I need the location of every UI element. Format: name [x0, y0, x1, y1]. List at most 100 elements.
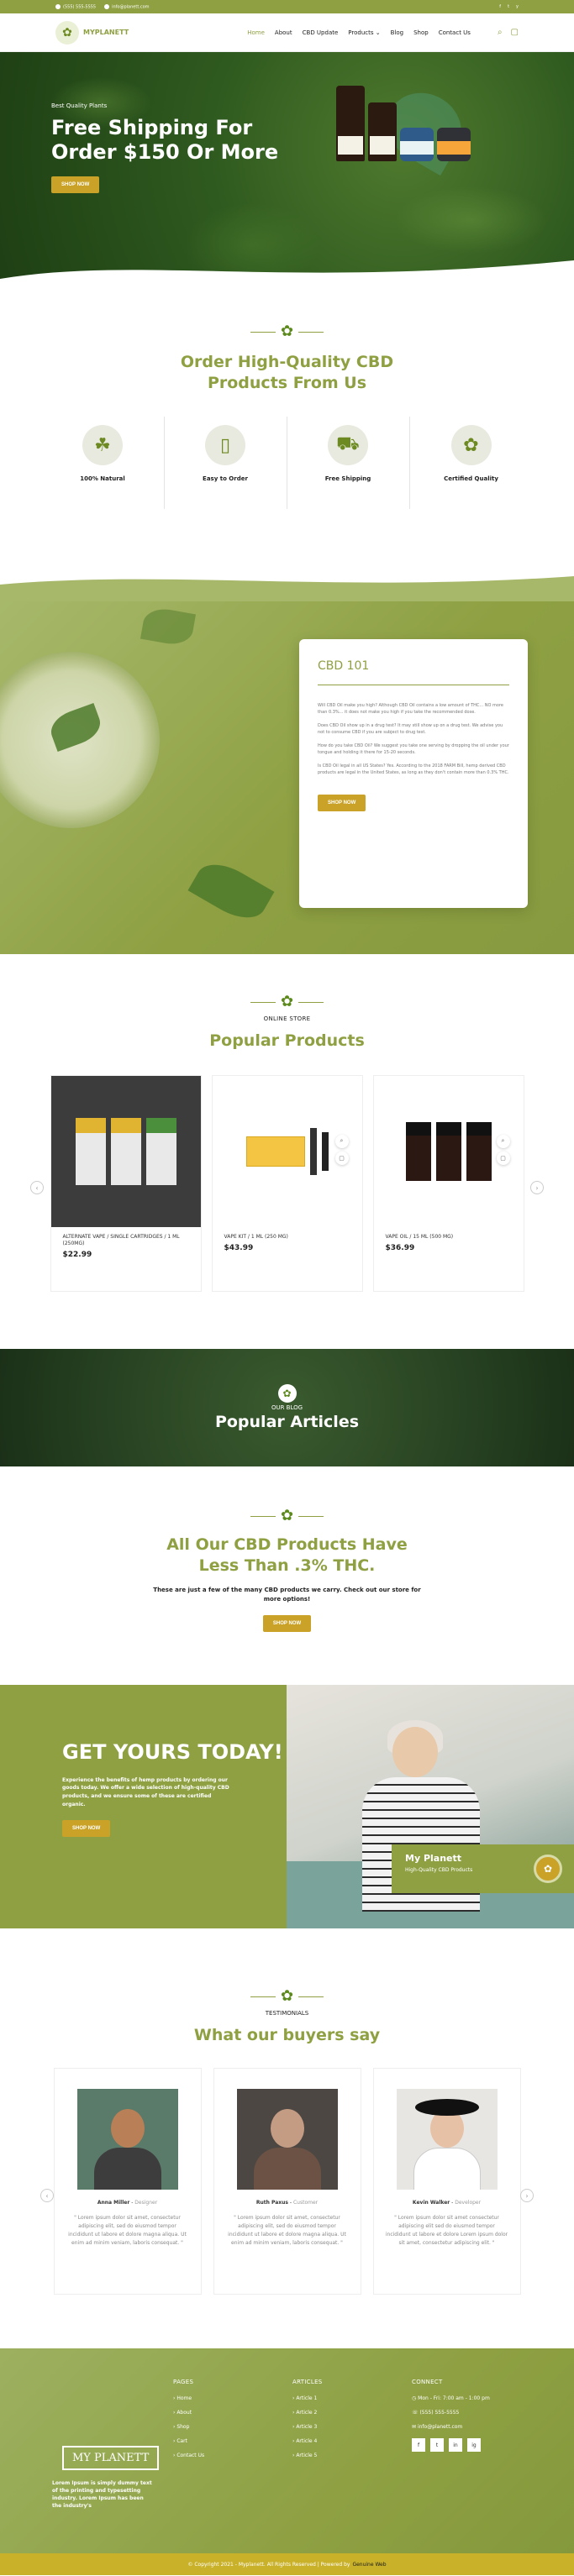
get-yours-text: Experience the benefits of hemp products…	[62, 1776, 229, 1807]
testimonial-name: Kevin Walker - Developer	[412, 2199, 482, 2206]
cannabis-leaf-icon: ✿	[277, 1384, 297, 1403]
testimonial-quote: " Lorem ipsum dolor sit amet, consectetu…	[228, 2214, 346, 2247]
features-section: ✿ Order High-Quality CBD Products From U…	[0, 289, 574, 601]
get-yours-shop-now-button[interactable]: SHOP NOW	[62, 1820, 111, 1838]
facebook-icon[interactable]: f	[412, 2438, 425, 2452]
testimonial-quote: " Lorem ipsum dolor sit amet consectetur…	[385, 2214, 508, 2247]
footer-logo[interactable]: MY PLANETT	[62, 2446, 160, 2470]
hero-shop-now-button[interactable]: SHOP NOW	[51, 176, 100, 193]
product-name[interactable]: VAPE OIL / 15 ML (500 MG)	[374, 1227, 524, 1241]
hero-kicker: Best Quality Plants	[51, 102, 108, 109]
footer-link[interactable]: › Article 2	[292, 2410, 323, 2416]
nav-cbd-update[interactable]: CBD Update	[303, 29, 339, 36]
site-logo[interactable]: ✿ MYPLANETT	[55, 20, 129, 45]
cart-icon[interactable]: ▢	[334, 1151, 349, 1165]
nav-shop[interactable]: Shop	[413, 29, 429, 36]
site-header: ✿ MYPLANETT Home About CBD Update Produc…	[0, 13, 574, 52]
footer-link[interactable]: › Article 4	[292, 2438, 323, 2444]
next-arrow-icon[interactable]: ›	[530, 1181, 544, 1194]
cbd-faq-paragraph: Is CBD Oil legal in all US States? Yes. …	[318, 763, 509, 775]
hero-title: Free Shipping For Order $150 Or More	[51, 116, 279, 164]
nav-home[interactable]: Home	[247, 29, 265, 36]
testimonials-kicker: TESTIMONIALS	[265, 2010, 309, 2017]
footer-link[interactable]: › Article 3	[292, 2424, 323, 2430]
top-bar: (555) 555-5555 info@planett.com f t y	[0, 0, 574, 13]
phone-contact[interactable]: (555) 555-5555	[55, 3, 96, 9]
testimonial-quote: " Lorem ipsum dolor sit amet, consectetu…	[68, 2214, 187, 2247]
product-price: $36.99	[385, 1244, 415, 1253]
linkedin-icon[interactable]: in	[449, 2438, 462, 2452]
prev-arrow-icon[interactable]: ‹	[30, 1181, 44, 1194]
prev-arrow-icon[interactable]: ‹	[40, 2189, 54, 2202]
testimonial-name: Anna Miller - Designer	[97, 2199, 158, 2206]
bag-icon[interactable]: ▢	[511, 28, 519, 37]
features-wave-divider	[0, 576, 574, 601]
cbd-shop-now-button[interactable]: SHOP NOW	[318, 795, 366, 811]
hero-wave-divider	[0, 260, 574, 289]
nav-contact[interactable]: Contact Us	[439, 29, 471, 36]
feature-easy-order: ▯ Easy to Order	[165, 417, 287, 510]
leaf-decoration	[187, 853, 275, 929]
products-kicker: ONLINE STORE	[263, 1015, 311, 1022]
email-contact[interactable]: info@planett.com	[104, 3, 150, 9]
footer-link[interactable]: › About	[173, 2410, 204, 2416]
phone-link[interactable]: ☏ (555) 555-5555	[412, 2410, 490, 2416]
product-image[interactable]: ⌕ ▢	[212, 1075, 362, 1227]
avatar	[236, 2088, 338, 2190]
footer-description: Lorem Ipsum is simply dummy text of the …	[52, 2480, 152, 2509]
product-card[interactable]: ALTERNATE VAPE / SINGLE CARTRIDGES / 1 M…	[50, 1074, 202, 1292]
product-card[interactable]: ⌕ ▢ VAPE KIT / 1 ML (250 MG) $43.99	[211, 1074, 363, 1292]
products-section: ✿ ONLINE STORE Popular Products ‹ › ALTE…	[0, 954, 574, 1349]
product-bottles-image	[336, 86, 471, 161]
product-price: $43.99	[224, 1244, 254, 1253]
footer-link[interactable]: › Cart	[173, 2438, 204, 2444]
phone-icon: ▯	[205, 425, 245, 466]
mail-icon	[104, 3, 110, 9]
mail-icon: ✉	[412, 2424, 417, 2430]
leaf-decoration	[140, 606, 197, 648]
hero-banner: Best Quality Plants Free Shipping For Or…	[0, 52, 574, 289]
nav-blog[interactable]: Blog	[391, 29, 403, 36]
cbd-faq-paragraph: How do you take CBD Oil? We suggest you …	[318, 743, 509, 755]
nav-about[interactable]: About	[275, 29, 292, 36]
promo-shop-now-button[interactable]: SHOP NOW	[262, 1615, 312, 1633]
twitter-icon[interactable]: t	[430, 2438, 444, 2452]
powered-by-link[interactable]: Genuine Web	[352, 2562, 386, 2568]
avatar	[76, 2088, 178, 2190]
footer-link[interactable]: › Home	[173, 2395, 204, 2401]
blog-kicker: OUR BLOG	[271, 1404, 303, 1411]
product-image[interactable]	[50, 1075, 201, 1227]
youtube-icon[interactable]: y	[516, 4, 519, 9]
footer-link[interactable]: › Shop	[173, 2424, 204, 2430]
zoom-icon[interactable]: ⌕	[496, 1134, 510, 1148]
avatar	[396, 2088, 498, 2190]
instagram-icon[interactable]: ig	[467, 2438, 481, 2452]
footer-link[interactable]: › Article 1	[292, 2395, 323, 2401]
cannabis-leaf-icon: ✿	[280, 323, 294, 340]
testimonial-name: Ruth Paxus - Customer	[255, 2199, 319, 2206]
logo-text: MYPLANETT	[83, 29, 129, 36]
search-icon[interactable]: ⌕	[498, 28, 503, 37]
next-arrow-icon[interactable]: ›	[520, 2189, 534, 2202]
nav-products[interactable]: Products ⌄	[348, 29, 380, 36]
get-yours-title: GET YOURS TODAY!	[62, 1740, 283, 1764]
product-name[interactable]: VAPE KIT / 1 ML (250 MG)	[213, 1227, 362, 1241]
footer-link[interactable]: › Article 5	[292, 2453, 323, 2458]
facebook-icon[interactable]: f	[499, 4, 501, 9]
product-card[interactable]: ⌕ ▢ VAPE OIL / 15 ML (500 MG) $36.99	[372, 1074, 524, 1292]
cart-icon[interactable]: ▢	[496, 1151, 510, 1165]
zoom-icon[interactable]: ⌕	[334, 1134, 349, 1148]
twitter-icon[interactable]: t	[508, 4, 509, 9]
cannabis-leaf-icon: ✿	[280, 993, 294, 1010]
product-image[interactable]: ⌕ ▢	[373, 1075, 524, 1227]
phone-icon	[55, 3, 61, 9]
leaf-icon: ☘	[82, 425, 123, 466]
cbd-101-section: CBD 101 Will CBD Oil make you high? Alth…	[0, 601, 574, 954]
email-link[interactable]: ✉ info@planett.com	[412, 2424, 490, 2430]
testimonials-title: What our buyers say	[193, 2026, 381, 2044]
clock-icon: ◷	[412, 2395, 417, 2401]
product-price: $22.99	[62, 1251, 92, 1260]
footer-link[interactable]: › Contact Us	[173, 2453, 204, 2458]
testimonial-card: Ruth Paxus - Customer " Lorem ipsum dolo…	[213, 2067, 361, 2295]
product-name[interactable]: ALTERNATE VAPE / SINGLE CARTRIDGES / 1 M…	[51, 1227, 201, 1248]
